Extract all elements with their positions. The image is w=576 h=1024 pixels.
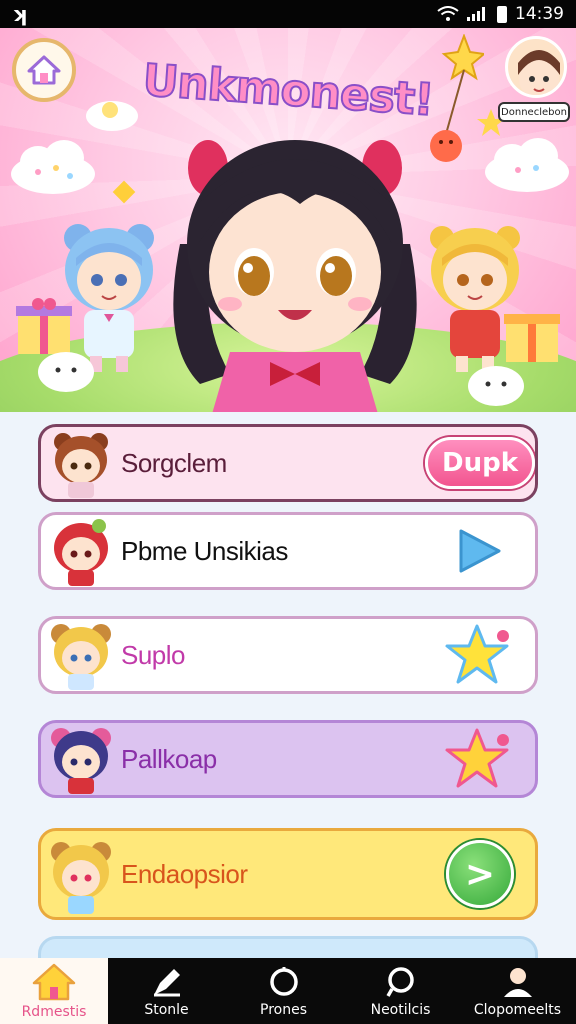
battery-icon — [497, 5, 507, 23]
list-item[interactable]: Pbme Unsikias — [38, 512, 538, 590]
fluffy-creature-icon — [38, 352, 94, 392]
list-item-action: > — [425, 831, 535, 917]
profile-avatar-button[interactable]: Donneclebon — [498, 36, 572, 136]
nav-item-stonle[interactable]: Stonle — [108, 958, 225, 1024]
blonde-pink-eyes-character-icon — [51, 842, 111, 914]
sparkle-icon — [112, 180, 136, 204]
pencil-icon — [153, 968, 180, 996]
profile-icon — [503, 967, 532, 997]
hero-banner: Unkmonest! Donneclebon — [0, 28, 576, 412]
go-button[interactable]: > — [446, 840, 514, 908]
bottom-nav: Rdmestis Stonle Prones Neotilcis Clopome… — [0, 958, 576, 1024]
signal-icon — [467, 7, 489, 21]
list-item[interactable]: Endaopsior > — [38, 828, 538, 920]
list-item-label: Suplo — [121, 639, 186, 670]
home-icon — [32, 963, 76, 1000]
status-icons: 14:39 — [437, 4, 564, 24]
play-triangle-icon — [459, 529, 501, 573]
avatar-label: Donneclebon — [498, 102, 570, 122]
list-item-label: Endaopsior — [121, 858, 248, 889]
list-item-action[interactable] — [425, 619, 535, 691]
bear-ear-blonde-character-icon — [51, 624, 111, 690]
character-thumbnail — [41, 723, 121, 795]
list-item-label: Sorgclem — [121, 447, 227, 478]
list-item-label: Pallkoap — [121, 743, 217, 774]
nav-item-label: Stonle — [144, 1001, 189, 1018]
dupk-button[interactable]: Dupk — [425, 437, 535, 489]
list-item-action[interactable] — [425, 723, 535, 795]
list-item-action[interactable] — [425, 515, 535, 587]
nav-item-label: Prones — [260, 1001, 307, 1018]
nav-item-neotilcis[interactable]: Neotilcis — [342, 958, 459, 1024]
nav-item-label: Clopomeelts — [473, 1001, 562, 1018]
main-character — [173, 140, 417, 412]
home-button[interactable] — [12, 38, 76, 102]
list-item-action: Dupk — [425, 427, 535, 499]
gift-icon — [504, 314, 560, 362]
notification-icon: ʞ — [12, 2, 27, 26]
nav-item-home[interactable]: Rdmestis — [0, 958, 108, 1024]
character-thumbnail — [41, 515, 121, 587]
nav-item-prones[interactable]: Prones — [225, 958, 342, 1024]
brown-hair-character-icon — [54, 433, 108, 498]
search-icon — [269, 966, 298, 996]
list-item[interactable]: Sorgclem Dupk — [38, 424, 538, 502]
star-icon — [445, 624, 509, 684]
red-hair-character-icon — [54, 519, 108, 586]
fluffy-creature-icon — [468, 366, 524, 406]
nav-item-clopomeelts[interactable]: Clopomeelts — [459, 958, 576, 1024]
gift-icon — [16, 298, 72, 354]
character-thumbnail — [41, 831, 121, 917]
chevron-right-icon: > — [464, 853, 496, 895]
list-item[interactable]: Pallkoap — [38, 720, 538, 798]
star-icon — [445, 728, 509, 788]
character-thumbnail — [41, 619, 121, 691]
wifi-icon — [437, 6, 459, 21]
chat-icon — [385, 966, 414, 997]
purple-hair-character-icon — [51, 728, 111, 794]
list-item[interactable]: Suplo — [38, 616, 538, 694]
cloud-icon — [11, 140, 95, 194]
nav-item-label: Rdmestis — [21, 1003, 87, 1020]
status-time: 14:39 — [515, 4, 564, 24]
avatar-face-icon — [518, 50, 560, 95]
list-item-label: Pbme Unsikias — [121, 535, 288, 566]
character-thumbnail — [41, 427, 121, 499]
status-bar: ʞ 14:39 — [0, 0, 576, 28]
avatar — [505, 36, 567, 98]
home-icon — [27, 55, 61, 85]
nav-item-label: Neotilcis — [370, 1001, 431, 1018]
cloud-icon — [485, 138, 569, 192]
